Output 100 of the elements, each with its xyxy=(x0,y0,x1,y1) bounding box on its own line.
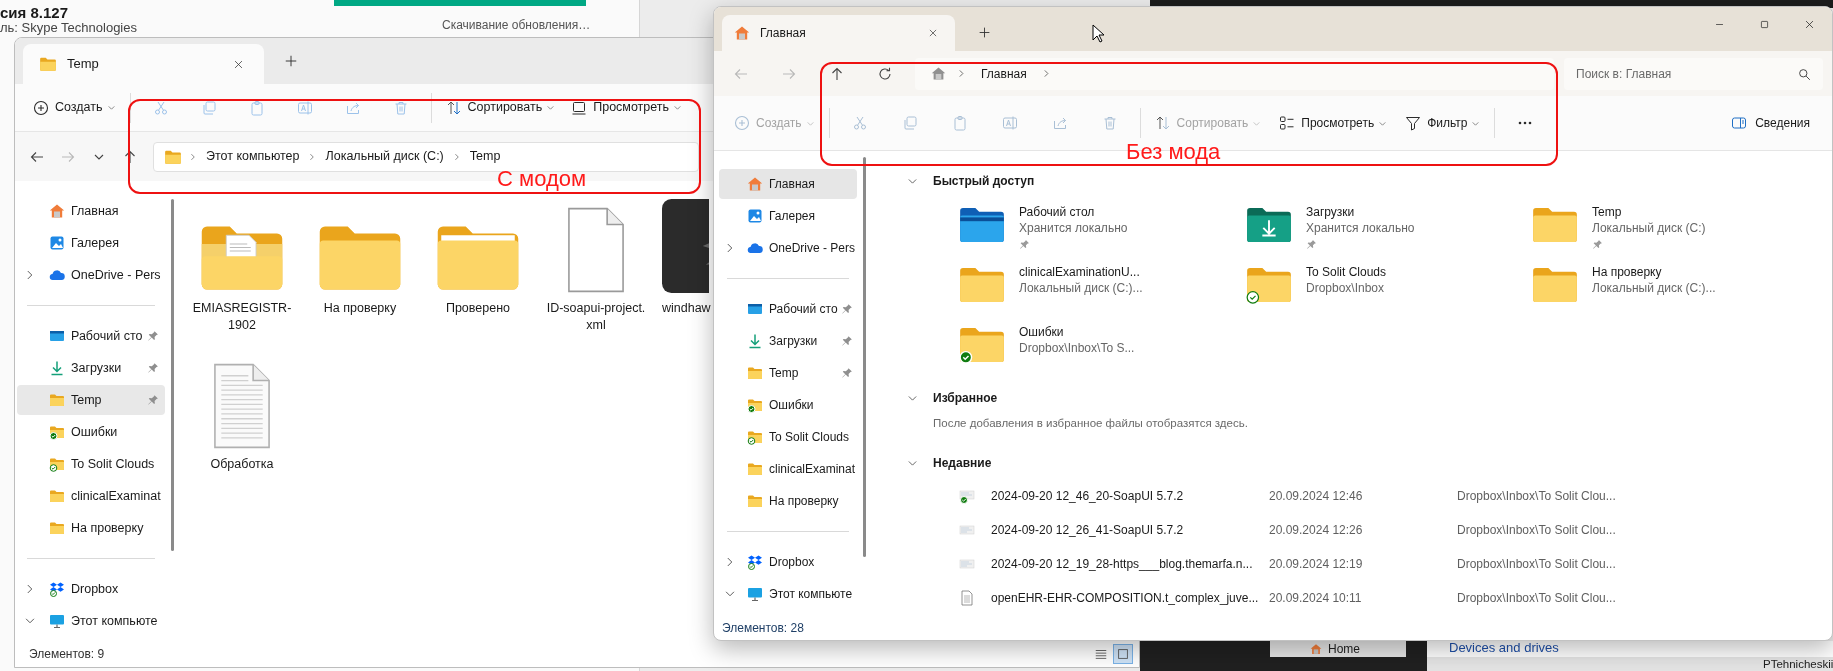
annotation-label: Без мода xyxy=(1126,140,1221,164)
app-icon xyxy=(662,199,709,293)
file-date: 20.09.2024 12:19 xyxy=(1269,556,1364,573)
sidebar-item[interactable]: OneDrive - Pers xyxy=(719,233,857,263)
file-location: Dropbox\Inbox\To Solit Clou... xyxy=(1457,556,1616,573)
folder-icon xyxy=(747,493,763,509)
clipboard-icon xyxy=(951,115,968,131)
quick-access-item[interactable]: To Solit Clouds Dropbox\Inbox xyxy=(1246,264,1532,324)
folder-icon xyxy=(747,461,763,477)
list-icon xyxy=(1094,647,1108,661)
share-icon xyxy=(1051,115,1068,131)
sidebar-item[interactable]: clinicalExaminat xyxy=(17,481,165,511)
scrollbar[interactable] xyxy=(862,157,866,557)
sidebar-item[interactable]: Загрузки xyxy=(17,353,165,383)
cursor-icon xyxy=(1092,24,1104,43)
scrollbar[interactable] xyxy=(170,199,174,551)
sort-button[interactable]: Сортировать xyxy=(441,91,560,124)
breadcrumb-item[interactable]: Этот компьютер xyxy=(204,147,302,166)
breadcrumb-item[interactable]: Локальный диск (C:) xyxy=(323,147,446,166)
file-item[interactable]: ID-soapui-project.xml xyxy=(537,197,655,353)
item-location: Локальный диск (C:)... xyxy=(1592,280,1716,296)
item-location: Хранится локально xyxy=(1019,220,1128,236)
tab[interactable]: Home xyxy=(1270,641,1406,657)
up-arrow-icon xyxy=(829,65,845,82)
item-name: Temp xyxy=(1592,204,1623,220)
sidebar-item[interactable]: Главная xyxy=(17,196,165,226)
file-item[interactable]: Обработка xyxy=(183,353,301,509)
home-icon xyxy=(1310,643,1322,655)
sidebar-item[interactable]: Рабочий сто xyxy=(719,294,857,324)
section-header[interactable]: Недавние xyxy=(933,454,992,472)
home-icon xyxy=(931,66,946,81)
view-button[interactable]: Просмотреть xyxy=(1275,107,1392,139)
recent-file-row[interactable]: 2024-09-20 12_46_20-SoapUI 5.7.2 20.09.2024 12:46 Dropbox\Inbox\To Solit Clou... xyxy=(871,479,1832,513)
file-item[interactable]: На проверку xyxy=(301,197,419,353)
sidebar-item[interactable]: Этот компьюте xyxy=(719,579,857,609)
item-location: Dropbox\Inbox xyxy=(1306,280,1386,296)
sidebar-item[interactable]: Галерея xyxy=(719,201,857,231)
sidebar-item[interactable]: Ошибки xyxy=(719,390,857,420)
filter-button[interactable]: Фильтр xyxy=(1401,107,1485,139)
sidebar-item[interactable]: Temp xyxy=(17,385,165,415)
file-item[interactable]: windhaw xyxy=(655,197,712,353)
copy-icon xyxy=(200,99,217,116)
user-name: PTehnicheskii xyxy=(1763,657,1833,671)
sidebar-item[interactable]: Dropbox xyxy=(17,574,165,604)
quick-access-item[interactable]: Загрузки Хранится локально xyxy=(1246,204,1532,264)
item-count: Элементов: 28 xyxy=(722,620,804,637)
sidebar-item[interactable]: Этот компьюте xyxy=(17,606,165,636)
sidebar-item[interactable]: Галерея xyxy=(17,228,165,258)
sidebar-item[interactable]: Ошибки xyxy=(17,417,165,447)
sidebar-item[interactable]: Рабочий сто xyxy=(17,321,165,351)
rename-icon xyxy=(1001,115,1018,131)
folder-check-icon xyxy=(49,424,65,440)
folder-icon xyxy=(49,520,65,536)
quick-access-item[interactable]: Ошибки Dropbox\Inbox\To S... xyxy=(959,324,1246,384)
plus-circle-icon xyxy=(734,115,750,131)
recent-file-row[interactable]: 2024-09-20 12_26_41-SoapUI 5.7.2 20.09.2024 12:26 Dropbox\Inbox\To Solit Clou... xyxy=(871,513,1832,547)
folder-check-icon xyxy=(747,429,763,445)
recent-file-row[interactable]: 2024-09-20 12_19_28-https___blog.themarfa.n... 20.09.2024 12:19 Dropbox\Inbox\To Solit Clou... xyxy=(871,547,1832,581)
sidebar-item[interactable]: To Solit Clouds xyxy=(719,422,857,452)
address-bar[interactable]: Этот компьютер Локальный диск (C:) Temp xyxy=(153,141,699,172)
update-status: Скачивание обновления… xyxy=(442,17,591,34)
breadcrumb-item[interactable]: Temp xyxy=(467,147,503,166)
sidebar-item[interactable]: На проверку xyxy=(17,513,165,543)
file-name: 2024-09-20 12_26_41-SoapUI 5.7.2 xyxy=(991,522,1185,539)
item-name: Загрузки xyxy=(1306,204,1356,220)
quick-access-item[interactable]: На проверку Локальный диск (C:)... xyxy=(1532,264,1819,324)
sidebar-item[interactable]: Главная xyxy=(719,169,857,199)
file-location: Dropbox\Inbox\To Solit Clou... xyxy=(1457,590,1616,607)
sidebar-item[interactable]: OneDrive - Pers xyxy=(17,260,165,290)
view-button[interactable]: Просмотреть xyxy=(567,91,687,124)
sidebar-item[interactable]: clinicalExaminat xyxy=(719,454,857,484)
quick-access-item[interactable]: Temp Локальный диск (C:) xyxy=(1532,204,1819,264)
file-date: 20.09.2024 12:26 xyxy=(1269,522,1364,539)
sidebar-item[interactable]: Dropbox xyxy=(719,547,857,577)
filter-icon xyxy=(1405,115,1422,131)
details-button[interactable]: Сведения xyxy=(1725,107,1816,139)
sidebar-item[interactable]: На проверку xyxy=(719,486,857,516)
item-name: Рабочий стол xyxy=(1019,204,1096,220)
breadcrumb-item[interactable]: Главная xyxy=(977,66,1031,81)
address-bar[interactable]: Главная xyxy=(915,57,1554,90)
search-field[interactable]: Поиск в: Главная xyxy=(1564,57,1823,90)
tab[interactable]: Главная xyxy=(722,15,955,51)
plus-icon xyxy=(284,54,298,68)
file-location: Dropbox\Inbox\To Solit Clou... xyxy=(1457,488,1616,505)
file-item[interactable]: EMIASREGISTR-1902 xyxy=(183,197,301,353)
home-icon xyxy=(49,203,65,219)
tab[interactable]: Temp xyxy=(23,44,264,84)
chevron-right-icon xyxy=(188,151,198,162)
file-item[interactable]: Проверено xyxy=(419,197,537,353)
sidebar-item[interactable]: Загрузки xyxy=(719,326,857,356)
sidebar-item[interactable]: Temp xyxy=(719,358,857,388)
section-header[interactable]: Быстрый доступ xyxy=(933,172,1035,190)
create-button[interactable]: Создать xyxy=(29,91,120,124)
rename-icon xyxy=(296,99,313,116)
sidebar-item[interactable]: To Solit Clouds xyxy=(17,449,165,479)
section-header[interactable]: Избранное xyxy=(933,389,998,407)
recent-file-row[interactable]: openEHR-EHR-COMPOSITION.t_complex_juve... 20.09.2024 10:11 Dropbox\Inbox\To Solit Clou... xyxy=(871,581,1832,615)
quick-access-item[interactable]: Рабочий стол Хранится локально xyxy=(959,204,1246,264)
tiles-view-button[interactable] xyxy=(1113,644,1133,664)
quick-access-item[interactable]: clinicalExaminationU... Локальный диск (C:)... xyxy=(959,264,1246,324)
